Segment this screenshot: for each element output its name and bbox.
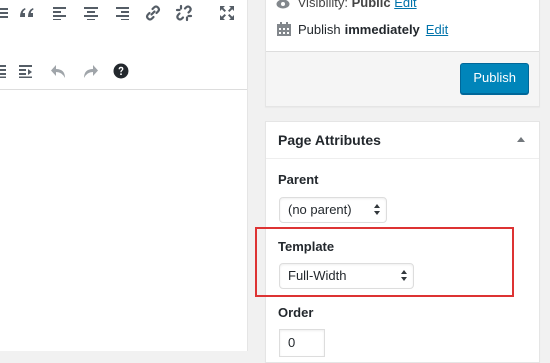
redo-button[interactable]	[77, 58, 103, 84]
order-input[interactable]: 0	[279, 329, 325, 357]
collapse-toggle-icon[interactable]	[517, 137, 525, 142]
calendar-icon	[277, 22, 291, 36]
align-right-button[interactable]	[109, 0, 135, 26]
template-select-value: Full-Width	[288, 268, 347, 283]
publish-box: Visibility: Public Edit Publish immediat…	[265, 0, 540, 107]
page-attributes-header[interactable]: Page Attributes	[266, 122, 539, 159]
outdent-button[interactable]	[14, 58, 40, 84]
publish-edit-link[interactable]: Edit	[426, 22, 448, 37]
unlink-icon	[175, 4, 193, 22]
parent-select[interactable]: (no parent)	[279, 197, 387, 223]
blockquote-button[interactable]	[14, 0, 40, 26]
visibility-value: Public	[351, 0, 391, 10]
align-right-icon	[116, 7, 129, 20]
align-left-button[interactable]	[47, 0, 73, 26]
undo-icon	[51, 65, 65, 78]
editor-toolbar-row-2	[0, 52, 247, 92]
keyboard-shortcuts-button[interactable]	[108, 58, 134, 84]
page-attributes-box: Page Attributes Parent (no parent) Templ…	[265, 121, 540, 363]
parent-select-value: (no parent)	[288, 202, 352, 217]
publish-button[interactable]: Publish	[460, 63, 529, 94]
indent-icon	[0, 65, 6, 78]
fullscreen-icon	[220, 6, 234, 20]
template-label: Template	[278, 239, 335, 254]
template-select[interactable]: Full-Width	[279, 263, 414, 289]
align-center-button[interactable]	[78, 0, 104, 26]
publish-label: Publish	[298, 21, 341, 37]
toolbar-divider	[0, 89, 247, 90]
align-left-icon	[53, 7, 66, 20]
page-attributes-title: Page Attributes	[278, 132, 381, 148]
select-arrows-icon	[374, 203, 381, 217]
publish-schedule-row: Publish immediately Edit	[276, 21, 448, 37]
align-center-icon	[84, 7, 98, 20]
link-icon	[145, 5, 161, 21]
visibility-edit-link[interactable]: Edit	[394, 0, 416, 10]
insert-link-button[interactable]	[140, 0, 166, 26]
select-arrows-icon	[401, 269, 408, 283]
indent-button[interactable]	[0, 58, 14, 84]
editor-toolbar-row-1	[0, 0, 247, 40]
list-icon	[0, 8, 8, 18]
publish-value: immediately	[344, 21, 420, 37]
publish-actions: Publish	[266, 51, 539, 106]
eye-icon	[276, 0, 290, 9]
redo-icon	[84, 65, 98, 78]
visibility-label: Visibility:	[297, 0, 348, 10]
blockquote-icon	[20, 8, 34, 17]
undo-button[interactable]	[46, 58, 72, 84]
parent-label: Parent	[278, 172, 319, 187]
editor-area[interactable]	[0, 0, 248, 351]
fullscreen-button[interactable]	[214, 0, 240, 26]
order-input-value: 0	[288, 335, 296, 350]
help-icon	[113, 63, 129, 79]
outdent-icon	[19, 65, 32, 78]
order-label: Order	[278, 305, 314, 320]
visibility-row: Visibility: Public Edit	[276, 0, 417, 10]
remove-link-button[interactable]	[171, 0, 197, 26]
